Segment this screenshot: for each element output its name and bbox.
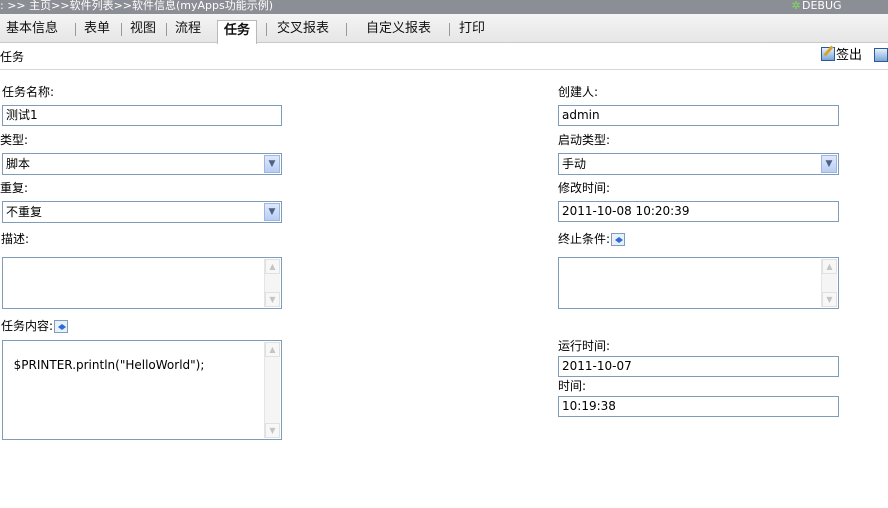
time-input[interactable]: 10:19:38 bbox=[558, 396, 839, 417]
signout-label: 签出 bbox=[836, 48, 863, 63]
scroll-down-icon[interactable]: ▼ bbox=[265, 292, 280, 307]
tab-task[interactable]: 任务 bbox=[217, 20, 257, 44]
code-icon[interactable] bbox=[611, 233, 626, 246]
section-title: 任务 bbox=[0, 50, 25, 64]
tab-view[interactable]: 视图 bbox=[130, 19, 156, 39]
start-type-select[interactable]: 手动 ▼ bbox=[558, 153, 839, 175]
task-content-textarea[interactable]: $PRINTER.println("HelloWorld"); ▲ ▼ bbox=[2, 340, 282, 440]
chevron-down-icon[interactable]: ▼ bbox=[821, 155, 837, 173]
scrollbar[interactable]: ▲ ▼ bbox=[821, 259, 837, 307]
tab-bar: 基本信息 表单 视图 流程 任务 交叉报表 自定义报表 打印 bbox=[0, 14, 888, 44]
modified-time-input[interactable]: 2011-10-08 10:20:39 bbox=[558, 201, 839, 222]
repeat-label: 重复: bbox=[0, 181, 29, 195]
scroll-up-icon[interactable]: ▲ bbox=[822, 259, 837, 274]
tab-divider bbox=[75, 23, 76, 36]
tab-divider bbox=[449, 23, 450, 36]
chevron-down-icon[interactable]: ▼ bbox=[264, 155, 280, 173]
type-select[interactable]: 脚本 ▼ bbox=[2, 153, 282, 175]
creator-label: 创建人: bbox=[558, 85, 599, 99]
repeat-select[interactable]: 不重复 ▼ bbox=[2, 201, 282, 223]
task-name-input[interactable]: 测试1 bbox=[2, 105, 282, 126]
scrollbar[interactable]: ▲ ▼ bbox=[264, 259, 280, 307]
scroll-up-icon[interactable]: ▲ bbox=[265, 342, 280, 357]
debug-link[interactable]: ✲DEBUG bbox=[790, 0, 842, 12]
tab-custom-report[interactable]: 自定义报表 bbox=[366, 19, 431, 39]
tab-print[interactable]: 打印 bbox=[459, 19, 485, 39]
creator-input[interactable]: admin bbox=[558, 105, 839, 126]
scroll-down-icon[interactable]: ▼ bbox=[822, 292, 837, 307]
code-icon[interactable] bbox=[54, 320, 69, 333]
scroll-up-icon[interactable]: ▲ bbox=[265, 259, 280, 274]
run-time-input[interactable]: 2011-10-07 bbox=[558, 356, 839, 377]
tab-divider bbox=[346, 23, 347, 36]
task-name-label: 任务名称: bbox=[2, 85, 55, 99]
breadcrumb: : >> 主页>>软件列表>>软件信息(myApps功能示例) bbox=[0, 0, 274, 12]
section-header: 任务 签出 bbox=[0, 44, 888, 70]
tab-form[interactable]: 表单 bbox=[84, 19, 110, 39]
scroll-down-icon[interactable]: ▼ bbox=[265, 423, 280, 438]
stop-condition-label-row: 终止条件: bbox=[558, 232, 626, 246]
stop-condition-label: 终止条件: bbox=[558, 232, 611, 246]
top-breadcrumb-bar: : >> 主页>>软件列表>>软件信息(myApps功能示例) ✲DEBUG bbox=[0, 0, 888, 14]
time-label: 时间: bbox=[558, 379, 587, 393]
tab-divider bbox=[266, 23, 267, 36]
tab-divider bbox=[166, 23, 167, 36]
tab-flow[interactable]: 流程 bbox=[175, 19, 201, 39]
tab-divider bbox=[121, 23, 122, 36]
task-content-label: 任务内容: bbox=[1, 319, 54, 333]
stop-condition-textarea[interactable]: ▲ ▼ bbox=[558, 257, 839, 309]
debug-label: DEBUG bbox=[802, 0, 842, 12]
run-time-label: 运行时间: bbox=[558, 339, 611, 353]
type-label: 类型: bbox=[0, 133, 29, 147]
tab-cross-report[interactable]: 交叉报表 bbox=[277, 19, 329, 39]
edit-icon bbox=[821, 47, 835, 61]
scrollbar[interactable]: ▲ ▼ bbox=[264, 342, 280, 438]
start-type-label: 启动类型: bbox=[558, 133, 611, 147]
task-content-label-row: 任务内容: bbox=[1, 319, 69, 333]
task-content-value: $PRINTER.println("HelloWorld"); bbox=[13, 358, 205, 372]
repeat-selected-value: 不重复 bbox=[6, 205, 43, 219]
start-type-selected-value: 手动 bbox=[562, 157, 587, 171]
save-icon[interactable] bbox=[874, 48, 888, 62]
signout-button[interactable]: 签出 bbox=[821, 47, 862, 65]
tab-basic-info[interactable]: 基本信息 bbox=[6, 19, 58, 39]
chevron-down-icon[interactable]: ▼ bbox=[264, 203, 280, 221]
type-selected-value: 脚本 bbox=[6, 157, 31, 171]
modified-time-label: 修改时间: bbox=[558, 181, 611, 195]
bug-icon: ✲ bbox=[791, 0, 801, 12]
description-label: 描述: bbox=[1, 232, 30, 246]
description-textarea[interactable]: ▲ ▼ bbox=[2, 257, 282, 309]
